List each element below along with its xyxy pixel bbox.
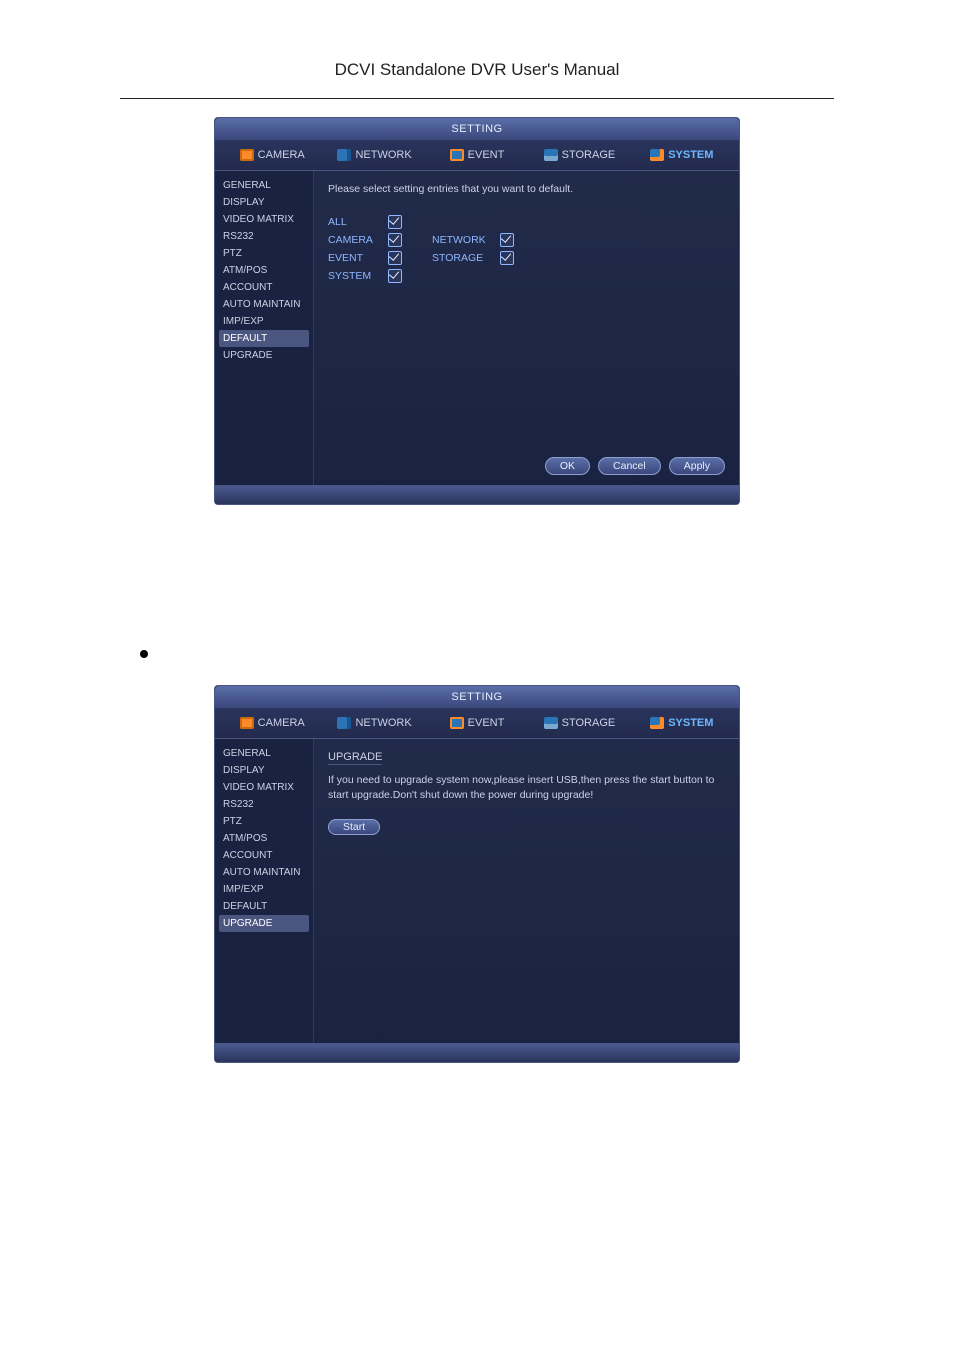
tab-label: SYSTEM: [668, 149, 713, 161]
tab-label: NETWORK: [355, 149, 411, 161]
top-tabs: CAMERA NETWORK EVENT STORAGE SYSTEM: [215, 140, 739, 171]
default-prompt: Please select setting entries that you w…: [328, 183, 725, 195]
check-event[interactable]: [388, 251, 402, 265]
content-default: Please select setting entries that you w…: [314, 171, 739, 485]
tab-event[interactable]: EVENT: [426, 149, 528, 161]
check-storage-label: STORAGE: [432, 252, 500, 264]
tab-label: STORAGE: [562, 149, 616, 161]
check-camera-label: CAMERA: [328, 234, 388, 246]
tab-network[interactable]: NETWORK: [323, 149, 425, 161]
sidebar-item-display[interactable]: DISPLAY: [215, 762, 313, 779]
system-icon: [650, 717, 664, 729]
window-title: SETTING: [215, 686, 739, 708]
sidebar-item-auto-maintain[interactable]: AUTO MAINTAIN: [215, 864, 313, 881]
tab-camera[interactable]: CAMERA: [221, 149, 323, 161]
sidebar-item-ptz[interactable]: PTZ: [215, 813, 313, 830]
sidebar: GENERAL DISPLAY VIDEO MATRIX RS232 PTZ A…: [215, 171, 314, 485]
cancel-button[interactable]: Cancel: [598, 457, 661, 475]
bullet-icon: [140, 650, 148, 658]
tab-label: EVENT: [468, 149, 505, 161]
upgrade-text: If you need to upgrade system now,please…: [328, 773, 725, 802]
check-network-label: NETWORK: [432, 234, 500, 246]
footer-bar: [215, 1043, 739, 1062]
event-icon: [450, 717, 464, 729]
upgrade-title: UPGRADE: [328, 751, 382, 765]
check-all[interactable]: [388, 215, 402, 229]
check-system[interactable]: [388, 269, 402, 283]
tab-label: SYSTEM: [668, 717, 713, 729]
figure-default-settings: SETTING CAMERA NETWORK EVENT STORAGE SYS…: [214, 117, 740, 505]
footer-bar: [215, 485, 739, 504]
tab-label: CAMERA: [258, 717, 305, 729]
check-all-label: ALL: [328, 216, 388, 228]
ok-button[interactable]: OK: [545, 457, 590, 475]
network-icon: [337, 149, 351, 161]
check-event-label: EVENT: [328, 252, 388, 264]
tab-event[interactable]: EVENT: [426, 717, 528, 729]
sidebar-item-atmpos[interactable]: ATM/POS: [215, 830, 313, 847]
content-upgrade: UPGRADE If you need to upgrade system no…: [314, 739, 739, 1043]
sidebar-item-display[interactable]: DISPLAY: [215, 194, 313, 211]
figure-upgrade: SETTING CAMERA NETWORK EVENT STORAGE SYS…: [214, 685, 740, 1063]
check-system-label: SYSTEM: [328, 270, 388, 282]
sidebar-item-account[interactable]: ACCOUNT: [215, 279, 313, 296]
sidebar-item-general[interactable]: GENERAL: [215, 177, 313, 194]
event-icon: [450, 149, 464, 161]
camera-icon: [240, 717, 254, 729]
sidebar-item-ptz[interactable]: PTZ: [215, 245, 313, 262]
sidebar-item-video-matrix[interactable]: VIDEO MATRIX: [215, 211, 313, 228]
system-icon: [650, 149, 664, 161]
tab-label: EVENT: [468, 717, 505, 729]
start-button[interactable]: Start: [328, 819, 380, 835]
header-rule: [120, 98, 834, 99]
sidebar: GENERAL DISPLAY VIDEO MATRIX RS232 PTZ A…: [215, 739, 314, 1043]
sidebar-item-impexp[interactable]: IMP/EXP: [215, 881, 313, 898]
tab-storage[interactable]: STORAGE: [528, 717, 630, 729]
sidebar-item-impexp[interactable]: IMP/EXP: [215, 313, 313, 330]
check-camera[interactable]: [388, 233, 402, 247]
sidebar-item-upgrade[interactable]: UPGRADE: [215, 347, 313, 364]
tab-label: STORAGE: [562, 717, 616, 729]
tab-label: NETWORK: [355, 717, 411, 729]
check-storage[interactable]: [500, 251, 514, 265]
sidebar-item-upgrade[interactable]: UPGRADE: [219, 915, 309, 932]
sidebar-item-account[interactable]: ACCOUNT: [215, 847, 313, 864]
tab-network[interactable]: NETWORK: [323, 717, 425, 729]
top-tabs: CAMERA NETWORK EVENT STORAGE SYSTEM: [215, 708, 739, 739]
tab-label: CAMERA: [258, 149, 305, 161]
tab-system[interactable]: SYSTEM: [631, 717, 733, 729]
window-title: SETTING: [215, 118, 739, 140]
tab-storage[interactable]: STORAGE: [528, 149, 630, 161]
sidebar-item-atmpos[interactable]: ATM/POS: [215, 262, 313, 279]
storage-icon: [544, 149, 558, 161]
sidebar-item-auto-maintain[interactable]: AUTO MAINTAIN: [215, 296, 313, 313]
tab-camera[interactable]: CAMERA: [221, 717, 323, 729]
apply-button[interactable]: Apply: [669, 457, 725, 475]
sidebar-item-default[interactable]: DEFAULT: [219, 330, 309, 347]
sidebar-item-rs232[interactable]: RS232: [215, 796, 313, 813]
storage-icon: [544, 717, 558, 729]
check-network[interactable]: [500, 233, 514, 247]
doc-header: DCVI Standalone DVR User's Manual: [0, 60, 954, 80]
camera-icon: [240, 149, 254, 161]
sidebar-item-video-matrix[interactable]: VIDEO MATRIX: [215, 779, 313, 796]
sidebar-item-general[interactable]: GENERAL: [215, 745, 313, 762]
network-icon: [337, 717, 351, 729]
sidebar-item-default[interactable]: DEFAULT: [215, 898, 313, 915]
sidebar-item-rs232[interactable]: RS232: [215, 228, 313, 245]
tab-system[interactable]: SYSTEM: [631, 149, 733, 161]
